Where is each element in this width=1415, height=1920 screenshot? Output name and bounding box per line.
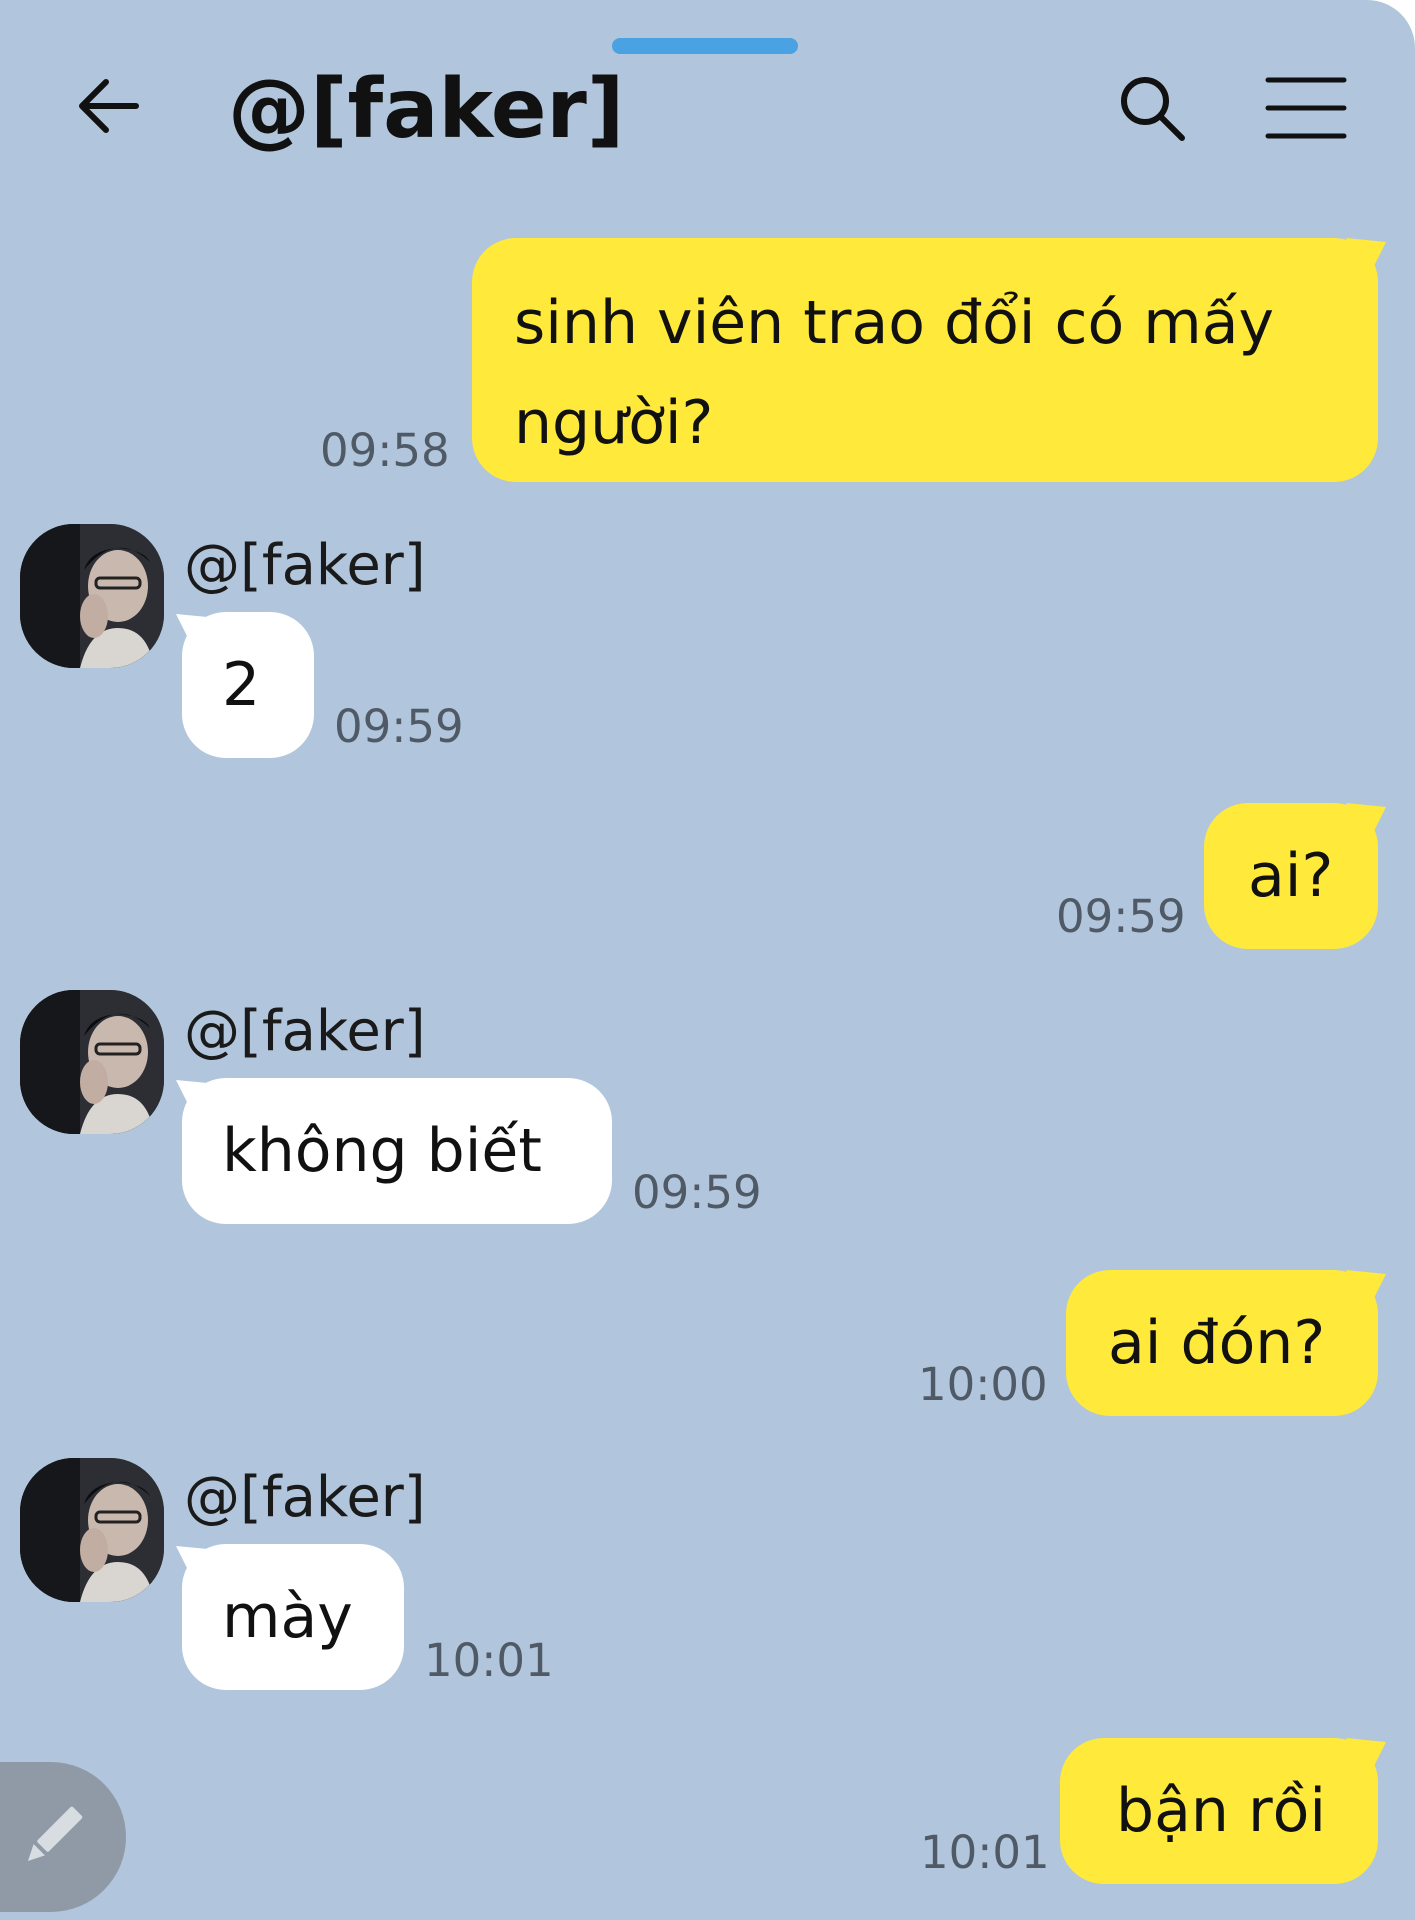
compose-button[interactable] <box>0 1762 126 1912</box>
message-text: ai? <box>1248 841 1334 911</box>
chat-screen: @[faker] sinh viên trao đổi có mấy người… <box>0 0 1415 1920</box>
search-button[interactable] <box>1116 72 1188 144</box>
back-button[interactable] <box>72 70 144 142</box>
avatar[interactable] <box>20 524 164 668</box>
bubble-tail <box>1346 1270 1386 1310</box>
pencil-icon <box>27 1806 83 1862</box>
message-text: không biết <box>222 1116 542 1186</box>
profile-photo <box>20 1458 164 1602</box>
search-icon <box>1121 77 1185 141</box>
message-bubble-incoming[interactable]: 2 <box>182 612 314 758</box>
avatar[interactable] <box>20 990 164 1134</box>
chat-title: @[faker] <box>228 62 625 157</box>
sender-name: @[faker] <box>184 999 426 1064</box>
message-bubble-incoming[interactable]: mày <box>182 1544 404 1690</box>
profile-photo <box>20 990 164 1134</box>
hamburger-menu-icon <box>1265 77 1347 139</box>
sender-name: @[faker] <box>184 533 426 598</box>
message-time: 10:01 <box>424 1634 554 1687</box>
message-text-line: sinh viên trao đổi có mấy <box>514 288 1275 358</box>
message-text: bận rồi <box>1116 1776 1326 1846</box>
message-bubble-incoming[interactable]: không biết <box>182 1078 612 1224</box>
message-time: 09:58 <box>320 424 450 477</box>
message-bubble-outgoing[interactable]: bận rồi <box>1060 1738 1378 1884</box>
message-text-line: người? <box>514 388 714 458</box>
avatar[interactable] <box>20 1458 164 1602</box>
message-bubble-outgoing[interactable]: sinh viên trao đổi có mấy người? <box>472 238 1378 482</box>
message-text: 2 <box>222 650 261 720</box>
message-time: 10:01 <box>920 1826 1050 1879</box>
message-time: 10:00 <box>918 1358 1048 1411</box>
menu-button[interactable] <box>1262 72 1350 144</box>
message-text: ai đón? <box>1108 1308 1326 1378</box>
profile-photo <box>20 524 164 668</box>
bubble-tail <box>1346 1738 1386 1778</box>
sender-name: @[faker] <box>184 1465 426 1530</box>
message-text: mày <box>222 1582 353 1652</box>
arrow-left-icon <box>79 79 139 133</box>
message-time: 09:59 <box>1056 890 1186 943</box>
message-time: 09:59 <box>632 1166 762 1219</box>
message-bubble-outgoing[interactable]: ai đón? <box>1066 1270 1378 1416</box>
bubble-tail <box>1346 238 1386 278</box>
bubble-tail <box>1346 803 1386 843</box>
drag-handle[interactable] <box>612 38 798 54</box>
message-time: 09:59 <box>334 700 464 753</box>
